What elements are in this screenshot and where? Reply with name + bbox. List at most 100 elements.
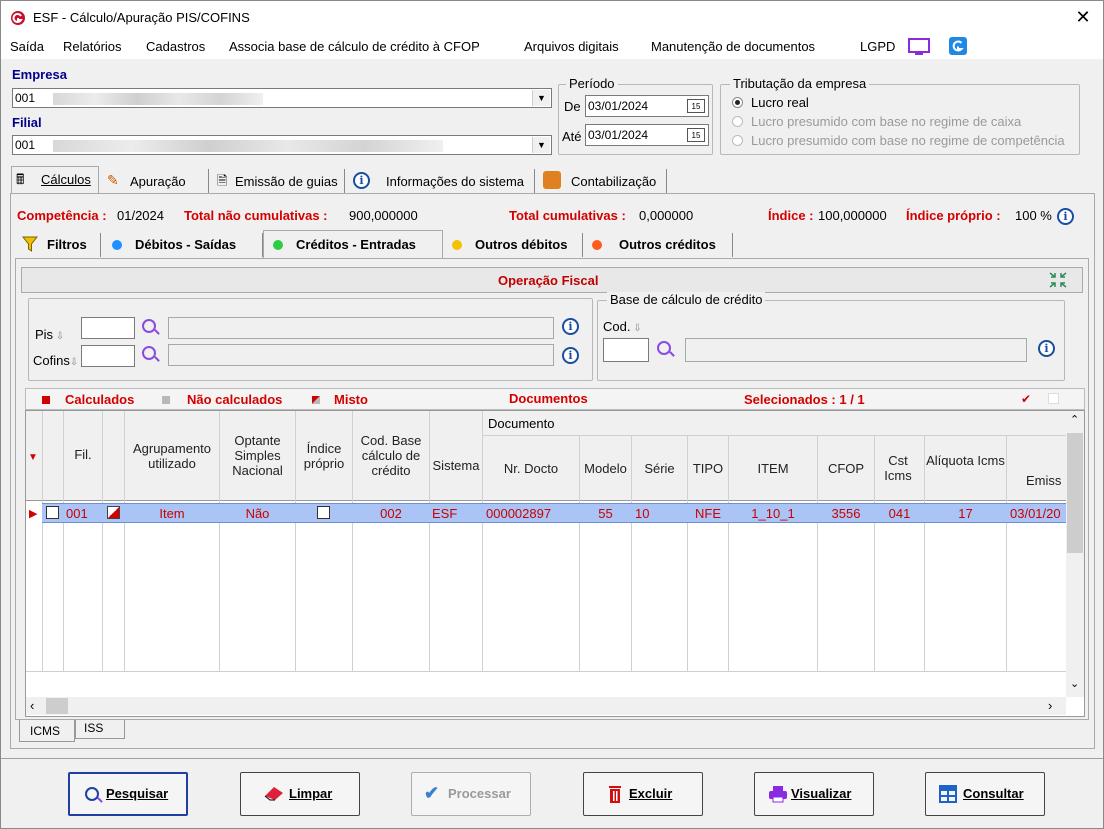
cell-agrupamento: Item [159, 506, 185, 521]
search-icon[interactable] [657, 341, 671, 355]
documents-grid: ▼ Fil. Agrupamento utilizado Optante Sim… [25, 410, 1085, 717]
tab-iss[interactable]: ISS [75, 720, 125, 739]
col-optante[interactable]: Optante Simples Nacional [220, 433, 295, 478]
chevron-down-icon[interactable]: ▼ [532, 137, 550, 153]
check-icon: ✔ [424, 783, 440, 803]
col-cfop[interactable]: CFOP [818, 461, 874, 476]
main-tab-strip: 🖩 Cálculos ✎ Apuração 🗎 Emissão de guias… [11, 166, 671, 193]
col-aliquota-icms[interactable]: Alíquota Icms [925, 453, 1006, 468]
info-icon[interactable]: i [1057, 208, 1074, 225]
cell-sistema: ESF [432, 506, 458, 521]
row-select-checkbox[interactable] [46, 506, 59, 519]
vertical-scrollbar[interactable]: ⌃ ⌄ [1066, 411, 1084, 697]
tab-contabilizacao[interactable]: Contabilização [537, 169, 667, 193]
menu-manutencao[interactable]: Manutenção de documentos [651, 39, 815, 54]
tab-filtros[interactable]: Filtros [15, 233, 101, 257]
ate-date-field[interactable]: 03/01/2024 15 [585, 124, 709, 146]
consultar-button[interactable]: Consultar [925, 772, 1045, 816]
scroll-down-icon[interactable]: ⌄ [1070, 677, 1079, 690]
uncheck-all-icon[interactable] [1048, 393, 1059, 404]
col-emissao[interactable]: Emiss [1026, 473, 1066, 488]
col-cod-base[interactable]: Cod. Base cálculo de crédito [353, 433, 429, 478]
tab-informacoes[interactable]: i Informações do sistema [347, 169, 535, 193]
menu-cadastros[interactable]: Cadastros [146, 39, 205, 54]
col-modelo[interactable]: Modelo [580, 461, 631, 476]
tab-creditos[interactable]: Créditos - Entradas [263, 230, 443, 259]
cell-nr-docto: 000002897 [486, 506, 552, 521]
tab-apuracao[interactable]: ✎ Apuração [101, 169, 209, 193]
excluir-button[interactable]: Excluir [583, 772, 703, 816]
tab-informacoes-label: Informações do sistema [386, 174, 525, 189]
visualizar-button[interactable]: Visualizar [754, 772, 874, 816]
menu-associa-base[interactable]: Associa base de cálculo de crédito à CFO… [229, 39, 480, 54]
tab-icms[interactable]: ICMS [19, 720, 75, 742]
indice-proprio-label: Índice próprio : [906, 208, 1001, 223]
collapse-icon[interactable] [1048, 271, 1068, 289]
tab-calculos[interactable]: 🖩 Cálculos [11, 166, 99, 193]
visualizar-label: Visualizar [791, 786, 852, 801]
indice-proprio-checkbox[interactable] [317, 506, 330, 519]
col-serie[interactable]: Série [632, 461, 687, 476]
menu-saida[interactable]: Saída [10, 39, 44, 54]
indice-proprio-value: 100 % [1015, 208, 1052, 223]
monitor-icon[interactable] [908, 38, 930, 56]
search-icon[interactable] [142, 319, 156, 333]
app-logo-icon [11, 11, 25, 25]
de-date-field[interactable]: 03/01/2024 15 [585, 95, 709, 117]
radio-presumido-caixa[interactable] [732, 116, 743, 127]
menu-lgpd[interactable]: LGPD [860, 39, 895, 54]
pis-code-input[interactable] [81, 317, 135, 339]
tab-debitos[interactable]: Débitos - Saídas [103, 233, 263, 257]
close-icon[interactable]: ✕ [1071, 5, 1095, 29]
operacao-title: Operação Fiscal [498, 273, 599, 288]
misto-legend-square [312, 396, 320, 404]
processar-button[interactable]: ✔ Processar [411, 772, 531, 816]
cell-tipo: NFE [695, 506, 721, 521]
menu-arquivos-digitais[interactable]: Arquivos digitais [524, 39, 619, 54]
empresa-select[interactable]: 001 ▼ [12, 88, 552, 108]
filial-select[interactable]: 001 ▼ [12, 135, 552, 155]
check-all-icon[interactable]: ✔ [1021, 392, 1031, 406]
col-cst-icms[interactable]: Cst Icms [878, 453, 918, 483]
radio-presumido-competencia[interactable] [732, 135, 743, 146]
menu-bar: Saída Relatórios Cadastros Associa base … [1, 35, 1103, 59]
col-fil[interactable]: Fil. [64, 447, 102, 462]
empresa-redacted [53, 93, 263, 105]
pesquisar-button[interactable]: Pesquisar [68, 772, 188, 816]
col-sistema[interactable]: Sistema [430, 458, 482, 473]
filial-value: 001 [15, 138, 36, 152]
calendar-icon[interactable]: 15 [687, 99, 705, 113]
cell-cfop: 3556 [831, 506, 861, 521]
cell-emissao: 03/01/20 [1010, 506, 1061, 521]
col-nr-docto[interactable]: Nr. Docto [483, 461, 579, 476]
cod-base-input[interactable] [603, 338, 649, 362]
calendar-icon[interactable]: 15 [687, 128, 705, 142]
cofins-code-input[interactable] [81, 345, 135, 367]
info-icon[interactable]: i [562, 318, 579, 335]
vertical-scroll-thumb[interactable] [1067, 433, 1083, 553]
cod-base-description-field [685, 338, 1027, 362]
search-icon[interactable] [142, 346, 156, 360]
tab-emissao[interactable]: 🗎 Emissão de guias [209, 169, 345, 193]
tab-outros-creditos[interactable]: Outros créditos [585, 233, 733, 257]
cell-aliquota-icms: 17 [958, 506, 973, 521]
col-item[interactable]: ITEM [729, 461, 817, 476]
horizontal-scroll-thumb[interactable] [46, 698, 68, 714]
tab-outros-debitos[interactable]: Outros débitos [445, 233, 583, 257]
limpar-button[interactable]: Limpar [240, 772, 360, 816]
scroll-right-icon[interactable]: › [1048, 698, 1052, 713]
col-tipo[interactable]: TIPO [688, 461, 728, 476]
cofins-description-field [168, 344, 554, 366]
app-brand-icon[interactable] [949, 37, 967, 55]
radio-lucro-real[interactable] [732, 97, 743, 108]
scroll-left-icon[interactable]: ‹ [30, 698, 34, 713]
menu-relatorios[interactable]: Relatórios [63, 39, 122, 54]
scroll-up-icon[interactable]: ⌃ [1070, 413, 1079, 426]
col-indice-proprio[interactable]: Índice próprio [296, 441, 352, 471]
horizontal-scrollbar[interactable]: ‹ › [26, 697, 1066, 715]
tab-iss-label: ISS [84, 721, 104, 735]
col-agrupamento[interactable]: Agrupamento utilizado [125, 441, 219, 471]
info-icon[interactable]: i [562, 347, 579, 364]
chevron-down-icon[interactable]: ▼ [532, 90, 550, 106]
info-icon[interactable]: i [1038, 340, 1055, 357]
